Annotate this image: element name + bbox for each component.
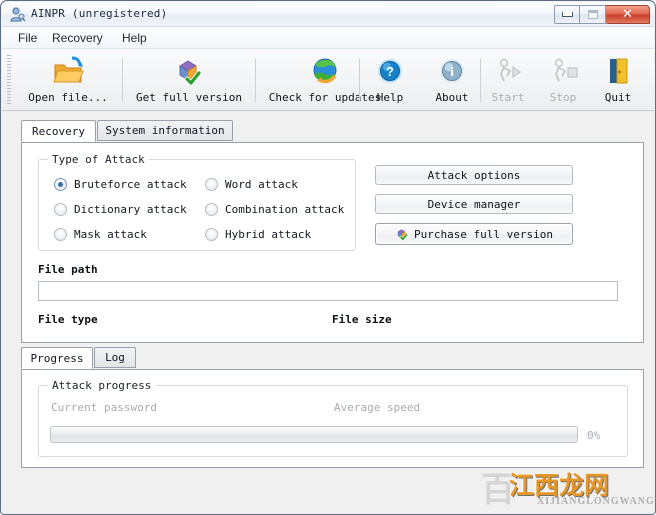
toolbar-start-label: Start: [491, 91, 525, 104]
attack-progress-bar: [50, 426, 578, 443]
radio-hybrid-attack-label: Hybrid attack: [225, 228, 312, 241]
toolbar-help-label: Help: [376, 91, 404, 104]
device-manager-label: Device manager: [427, 197, 521, 211]
purchase-full-version-label: Purchase full version: [413, 227, 554, 241]
menu-bar: File Recovery Help: [2, 27, 654, 49]
attack-options-button[interactable]: Attack options: [375, 165, 573, 185]
type-of-attack-group: Type of Attack Bruteforce attack Word at…: [38, 153, 356, 251]
watermark-pinyin: XIJIANGLONGWANG: [537, 496, 655, 507]
tab-recovery-label: Recovery: [32, 124, 85, 138]
watermark-ghost-text: 百家: [481, 470, 571, 510]
toolbar-separator-2: [255, 58, 256, 102]
package-check-icon: [395, 227, 409, 241]
radio-dictionary-attack[interactable]: Dictionary attack: [54, 203, 187, 216]
tab-progress-label: Progress: [30, 351, 84, 365]
app-person-key-icon: [9, 6, 26, 23]
radio-bruteforce-attack[interactable]: Bruteforce attack: [54, 178, 187, 191]
minimize-button[interactable]: [554, 5, 580, 24]
file-size-label: File size: [332, 313, 392, 326]
toolbar-stop-label: Stop: [549, 91, 577, 104]
exit-door-icon: [602, 55, 634, 87]
maximize-button[interactable]: [580, 5, 606, 24]
close-button[interactable]: ✕: [606, 5, 650, 24]
application-window: AINPR (unregistered) ✕ File Recovery Hel…: [0, 0, 656, 515]
radio-hybrid-attack[interactable]: Hybrid attack: [205, 228, 311, 241]
toolbar-stop-button[interactable]: Stop: [535, 53, 591, 107]
toolbar-start-button[interactable]: Start: [480, 53, 536, 107]
stop-person-icon: [547, 55, 579, 87]
toolbar-separator-3: [359, 58, 360, 102]
toolbar-quit-button[interactable]: Quit: [590, 53, 646, 107]
svg-text:i: i: [450, 64, 454, 79]
toolbar: Open file... Get full version Check for …: [2, 49, 654, 111]
toolbar-open-file-button[interactable]: Open file...: [20, 53, 116, 107]
window-title: AINPR (unregistered): [31, 7, 168, 20]
type-of-attack-title: Type of Attack: [48, 153, 149, 166]
toolbar-quit-label: Quit: [604, 91, 632, 104]
menu-item-recovery[interactable]: Recovery: [47, 30, 108, 46]
file-path-label: File path: [38, 263, 98, 276]
main-tabstrip: Recovery System information: [21, 120, 621, 143]
toolbar-help-button[interactable]: ? Help: [362, 53, 418, 107]
radio-dot-icon: [205, 228, 218, 241]
svg-text:?: ?: [386, 64, 394, 79]
radio-dictionary-attack-label: Dictionary attack: [74, 203, 187, 216]
attack-progress-group: Attack progress Current password Average…: [38, 379, 628, 457]
attack-progress-title: Attack progress: [48, 379, 156, 392]
title-bar: AINPR (unregistered) ✕: [2, 2, 654, 27]
window-controls: ✕: [554, 5, 650, 24]
radio-dot-icon: [205, 178, 218, 191]
toolbar-open-file-label: Open file...: [28, 91, 108, 104]
bottom-tabstrip: Progress Log: [21, 347, 621, 370]
radio-mask-attack-label: Mask attack: [74, 228, 147, 241]
globe-refresh-icon: [309, 55, 341, 87]
radio-word-attack-label: Word attack: [225, 178, 298, 191]
radio-dot-icon: [54, 203, 67, 216]
attack-progress-percent: 0%: [587, 429, 601, 442]
average-speed-label: Average speed: [334, 401, 421, 414]
tab-log[interactable]: Log: [94, 347, 136, 368]
run-person-icon: [492, 55, 524, 87]
help-question-icon: ?: [374, 55, 406, 87]
tab-log-label: Log: [105, 351, 125, 364]
radio-combination-attack-label: Combination attack: [225, 203, 345, 216]
toolbar-get-full-version-button[interactable]: Get full version: [128, 53, 250, 107]
tab-system-information-label: System information: [105, 124, 225, 137]
radio-combination-attack[interactable]: Combination attack: [205, 203, 344, 216]
info-icon: i: [436, 55, 468, 87]
tab-progress[interactable]: Progress: [21, 347, 93, 369]
attack-options-label: Attack options: [427, 168, 521, 182]
menu-item-file[interactable]: File: [13, 30, 42, 46]
file-type-label: File type: [38, 313, 98, 326]
tab-recovery[interactable]: Recovery: [21, 120, 96, 142]
purchase-full-version-button[interactable]: Purchase full version: [375, 223, 573, 245]
tab-system-information[interactable]: System information: [97, 120, 233, 141]
toolbar-grip[interactable]: [7, 55, 11, 105]
toolbar-get-full-version-label: Get full version: [136, 91, 242, 104]
open-folder-icon: [52, 55, 84, 87]
radio-mask-attack[interactable]: Mask attack: [54, 228, 147, 241]
watermark-text: 江西龙网: [508, 470, 610, 501]
radio-dot-icon: [54, 178, 67, 191]
radio-dot-icon: [54, 228, 67, 241]
recovery-panel: Type of Attack Bruteforce attack Word at…: [21, 142, 644, 343]
close-icon: ✕: [622, 7, 633, 22]
device-manager-button[interactable]: Device manager: [375, 194, 573, 214]
current-password-label: Current password: [51, 401, 157, 414]
radio-word-attack[interactable]: Word attack: [205, 178, 298, 191]
radio-dot-icon: [205, 203, 218, 216]
toolbar-about-label: About: [435, 91, 469, 104]
toolbar-separator-1: [122, 58, 123, 102]
toolbar-about-button[interactable]: i About: [424, 53, 480, 107]
progress-panel: Attack progress Current password Average…: [21, 369, 644, 468]
radio-bruteforce-attack-label: Bruteforce attack: [74, 178, 187, 191]
menu-item-help[interactable]: Help: [117, 30, 152, 46]
file-path-input[interactable]: [38, 281, 618, 301]
package-check-icon: [173, 55, 205, 87]
